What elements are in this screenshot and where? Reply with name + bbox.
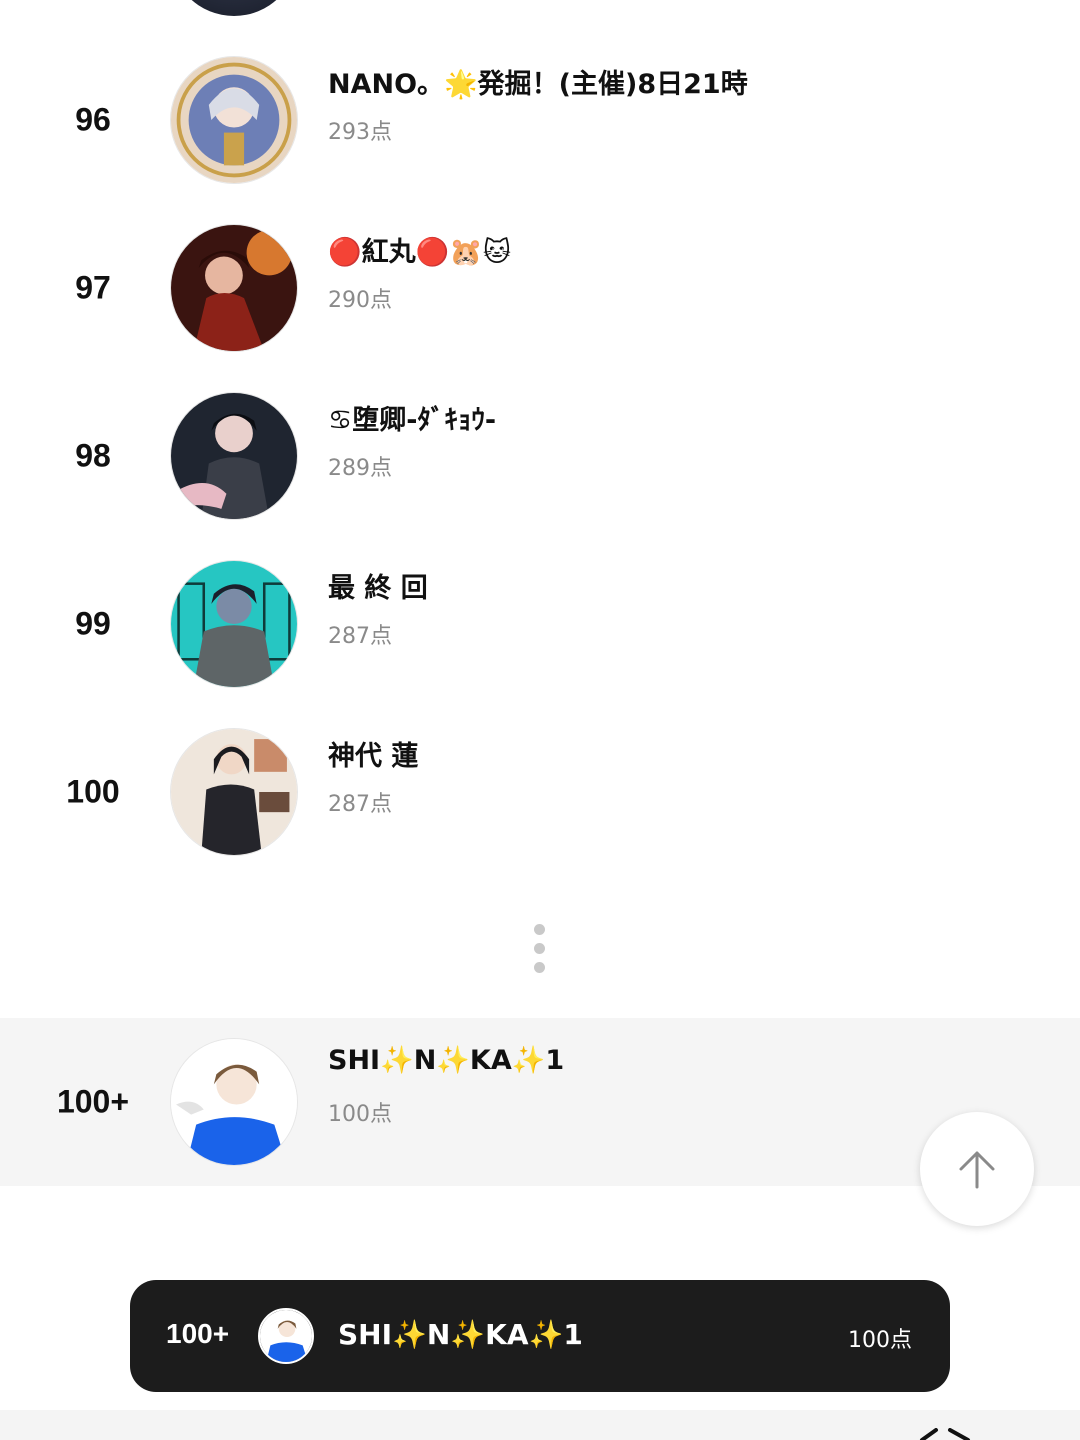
bar-rank-number: 100+	[166, 1318, 230, 1349]
avatar[interactable]	[170, 728, 298, 856]
avatar-previous-row	[170, 0, 298, 16]
ranking-row[interactable]: 97 🔴紅丸🔴🐹🐱 290点	[0, 204, 1080, 372]
user-score: 289点	[328, 456, 392, 481]
ranking-row[interactable]: 99 最 終 回 287点	[0, 540, 1080, 708]
bar-user-score: 100点	[848, 1328, 912, 1353]
user-name: 最 終 回	[328, 573, 428, 604]
ranking-row[interactable]: 98 ♋堕卿-ﾀﾞｷｮｳ- 289点	[0, 372, 1080, 540]
my-rank-bar[interactable]: 100+ SHI✨N✨KA✨1 100点	[130, 1280, 950, 1392]
rank-number: 100	[66, 773, 120, 810]
user-name: 🔴紅丸🔴🐹🐱	[328, 237, 512, 268]
avatar[interactable]	[170, 392, 298, 520]
rank-number: 100+	[56, 1083, 130, 1120]
rank-number: 96	[75, 101, 111, 138]
arrow-up-icon	[959, 1151, 995, 1189]
scroll-top-button[interactable]	[920, 1112, 1034, 1226]
user-score: 293点	[328, 120, 392, 145]
user-name: ♋堕卿-ﾀﾞｷｮｳ-	[328, 405, 497, 436]
avatar[interactable]	[170, 56, 298, 184]
vertical-dots-icon	[534, 924, 546, 981]
rank-number: 97	[75, 269, 111, 306]
user-score: 287点	[328, 792, 392, 817]
avatar[interactable]	[170, 224, 298, 352]
my-ranking-row[interactable]: 100+ SHI✨N✨KA✨1 100点	[0, 1018, 1080, 1186]
ranking-row[interactable]: 96 NANO。🌟発掘！(主催)8日21時 293点	[0, 36, 1080, 204]
user-name: 神代 蓮	[328, 741, 419, 772]
rank-number: 98	[75, 437, 111, 474]
user-name: SHI✨N✨KA✨1	[328, 1045, 565, 1076]
avatar[interactable]	[170, 1038, 298, 1166]
ranking-row[interactable]: 100 神代 蓮 287点	[0, 708, 1080, 876]
bar-user-name: SHI✨N✨KA✨1	[338, 1318, 583, 1351]
user-score: 290点	[328, 288, 392, 313]
bar-avatar	[258, 1308, 314, 1364]
user-score: 287点	[328, 624, 392, 649]
rank-number: 99	[75, 605, 111, 642]
chevron-down-icon[interactable]	[918, 1428, 974, 1440]
user-name: NANO。🌟発掘！(主催)8日21時	[328, 69, 748, 100]
avatar[interactable]	[170, 560, 298, 688]
user-score: 100点	[328, 1102, 392, 1127]
